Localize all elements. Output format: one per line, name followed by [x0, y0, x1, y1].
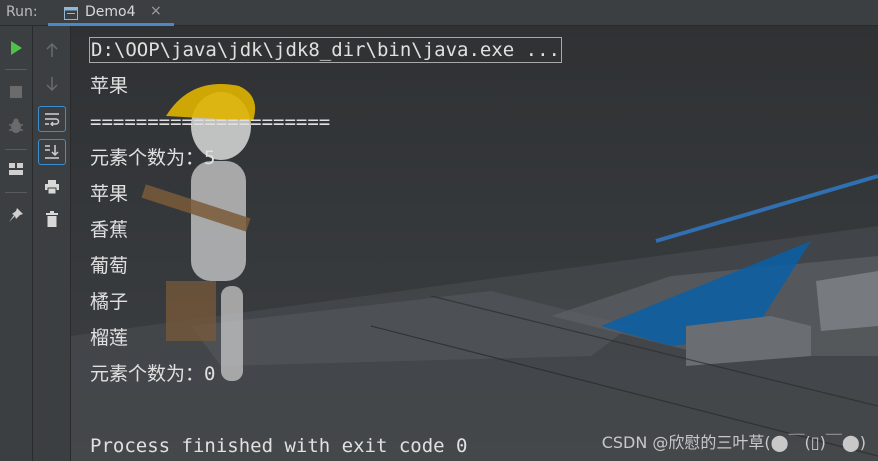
print-icon[interactable]	[40, 175, 64, 199]
rerun-icon[interactable]	[4, 36, 28, 60]
output-line: 苹果	[90, 75, 129, 97]
close-icon[interactable]: ×	[150, 3, 162, 19]
console-window-icon	[64, 5, 78, 20]
trash-icon[interactable]	[40, 207, 64, 231]
up-arrow-icon[interactable]	[40, 38, 64, 62]
watermark: CSDN @欣慰的三叶草(⬤￣(▯)￣⬤)	[601, 433, 866, 452]
console-output[interactable]: D:\OOP\java\jdk\jdk8_dir\bin\java.exe ..…	[71, 26, 878, 461]
output-line: 香蕉	[90, 219, 129, 241]
console-lines: D:\OOP\java\jdk\jdk8_dir\bin\java.exe ..…	[89, 37, 562, 461]
debug-icon[interactable]	[4, 114, 28, 138]
soft-wrap-icon[interactable]	[38, 106, 66, 132]
pin-icon[interactable]	[4, 203, 28, 227]
output-line: 元素个数为：0	[90, 363, 216, 385]
run-tool-window-header: Run: Demo4 ×	[0, 0, 878, 26]
output-line: 苹果	[90, 183, 129, 205]
output-line: 橘子	[90, 291, 129, 313]
tab-demo4[interactable]: Demo4 ×	[48, 0, 174, 26]
console-controls-toolbar	[33, 26, 71, 461]
down-arrow-icon[interactable]	[40, 72, 64, 96]
run-label: Run:	[6, 4, 38, 20]
tab-label: Demo4	[85, 4, 136, 20]
output-line: 元素个数为：5	[90, 147, 216, 169]
output-line: =====================	[90, 111, 331, 133]
run-controls-toolbar	[0, 26, 33, 461]
output-line: 葡萄	[90, 255, 129, 277]
layout-icon[interactable]	[4, 157, 28, 181]
stop-icon[interactable]	[4, 80, 28, 104]
java-command-line[interactable]: D:\OOP\java\jdk\jdk8_dir\bin\java.exe ..…	[89, 37, 562, 63]
output-line: 榴莲	[90, 327, 129, 349]
exit-status-line: Process finished with exit code 0	[90, 435, 468, 457]
scroll-to-end-icon[interactable]	[38, 139, 66, 165]
